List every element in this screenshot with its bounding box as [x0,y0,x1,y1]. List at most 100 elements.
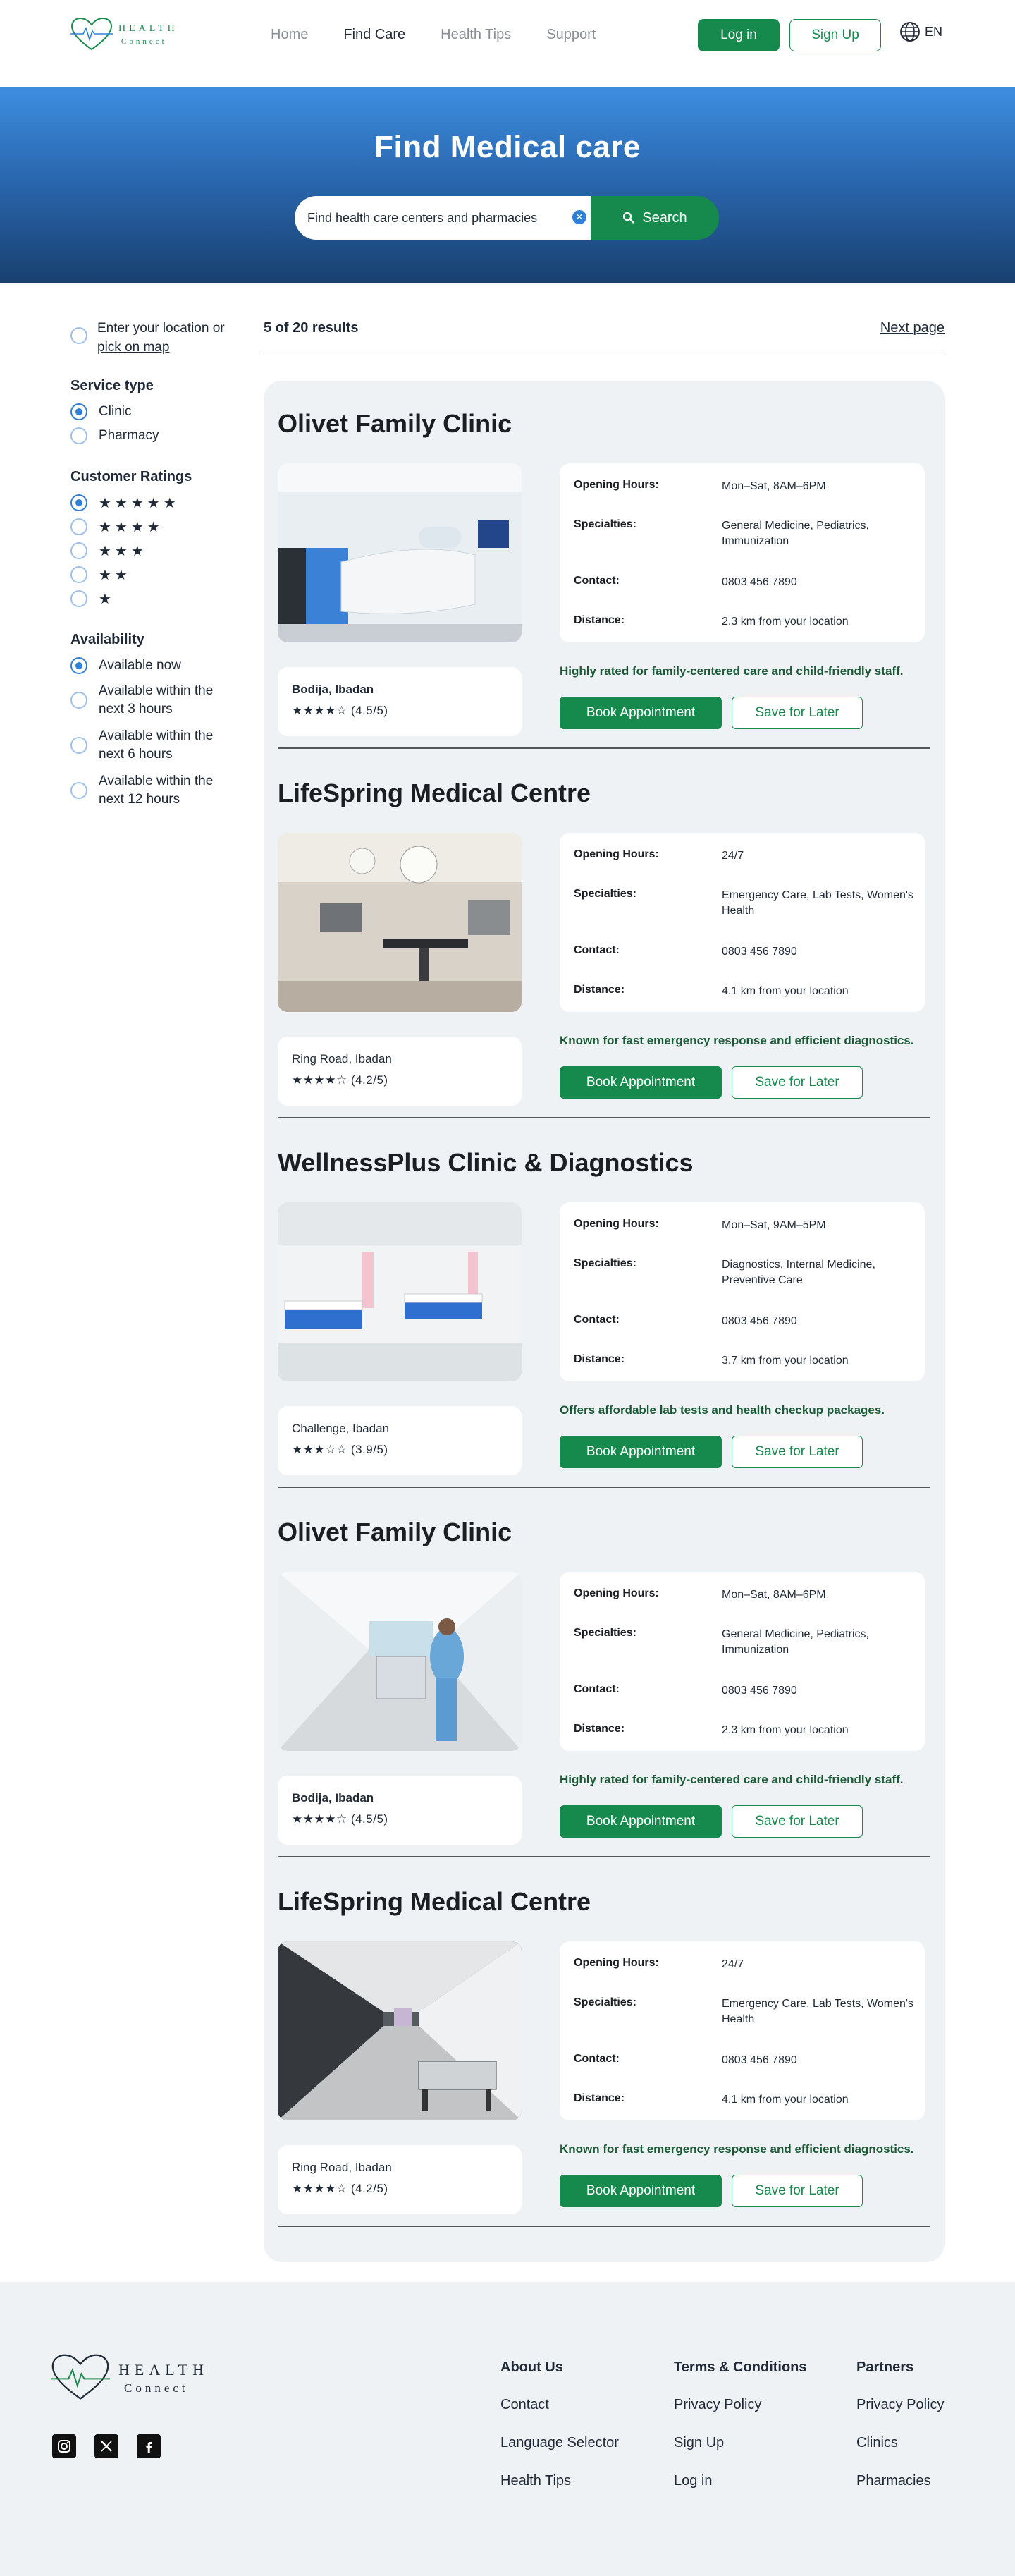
radio-available-now[interactable] [70,657,87,674]
x-icon[interactable] [94,2434,118,2458]
contact-label: Contact: [574,1683,620,1695]
nav-find-care[interactable]: Find Care [343,27,405,43]
book-appointment-button[interactable]: Book Appointment [560,2175,722,2207]
footer-link-clinics[interactable]: Clinics [856,2435,944,2451]
book-appointment-button[interactable]: Book Appointment [560,1805,722,1838]
rating-option-3[interactable]: ★★★ [70,539,240,563]
facility-rating: ★★★☆☆ (3.9/5) [292,1443,388,1456]
specialties-value: Emergency Care, Lab Tests, Women's Healt… [722,889,914,917]
signup-button[interactable]: Sign Up [789,19,881,51]
availability-3h[interactable]: Available within the next 3 hours [70,678,240,723]
rating-option-2[interactable]: ★★ [70,563,240,587]
distance-value: 3.7 km from your location [722,1355,849,1367]
pick-on-map-link[interactable]: pick on map [97,340,169,355]
save-for-later-button[interactable]: Save for Later [732,1805,863,1838]
footer-link-contact[interactable]: Contact [500,2397,619,2413]
search-box: ✕ [295,196,592,240]
specialties-label: Specialties: [574,888,636,900]
location-radio[interactable] [70,327,87,344]
footer-link-login[interactable]: Log in [674,2473,807,2489]
hours-value: 24/7 [722,1958,744,1970]
hours-value: Mon–Sat, 8AM–6PM [722,1589,826,1601]
filter-sidebar: Enter your location or pick on map Servi… [70,319,240,813]
radio-clinic[interactable] [70,403,87,420]
search-input[interactable] [307,210,568,226]
radio-available-6h[interactable] [70,737,87,754]
service-option-pharmacy[interactable]: Pharmacy [70,424,240,448]
facility-location-box: Bodija, Ibadan ★★★★☆ (4.5/5) [278,1776,522,1845]
facility-location: Ring Road, Ibadan [292,1052,392,1066]
instagram-icon[interactable] [52,2434,76,2458]
footer-link-signup[interactable]: Sign Up [674,2435,807,2451]
facility-location: Bodija, Ibadan [292,683,374,696]
footer-link-language[interactable]: Language Selector [500,2435,619,2451]
rating-option-1[interactable]: ★ [70,587,240,611]
specialties-label: Specialties: [574,1996,636,2008]
language-label: EN [925,24,943,39]
hours-label: Opening Hours: [574,1957,659,1969]
footer-link-privacy-partners[interactable]: Privacy Policy [856,2397,944,2413]
location-prompt: Enter your location or [97,321,225,336]
availability-now[interactable]: Available now [70,654,240,678]
nav-home[interactable]: Home [271,27,308,43]
save-for-later-button[interactable]: Save for Later [732,2175,863,2207]
facility-info: Opening Hours: Mon–Sat, 8AM–6PM Specialti… [560,1572,925,1751]
rating-option-4[interactable]: ★★★★ [70,515,240,539]
rating-option-5[interactable]: ★★★★★ [70,491,240,515]
search-button[interactable]: Search [591,196,719,240]
service-option-clinic[interactable]: Clinic [70,400,240,424]
book-appointment-button[interactable]: Book Appointment [560,697,722,729]
info-row-distance: Distance: 4.1 km from your location [574,2092,919,2108]
radio-rating-2[interactable] [70,566,87,583]
facility-name[interactable]: WellnessPlus Clinic & Diagnostics [278,1148,694,1178]
radio-rating-3[interactable] [70,542,87,559]
language-selector[interactable]: EN [899,21,942,42]
specialties-value: Diagnostics, Internal Medicine, Preventi… [722,1259,875,1286]
facebook-icon[interactable] [137,2434,161,2458]
hours-value: 24/7 [722,850,744,862]
facility-photo [278,1572,522,1751]
footer-link-health-tips[interactable]: Health Tips [500,2473,619,2489]
info-row-distance: Distance: 4.1 km from your location [574,984,919,999]
info-row-contact: Contact: 0803 456 7890 [574,2053,919,2068]
footer-link-privacy[interactable]: Privacy Policy [674,2397,807,2413]
login-button[interactable]: Log in [698,19,780,51]
info-row-distance: Distance: 2.3 km from your location [574,614,919,630]
save-for-later-button[interactable]: Save for Later [732,1066,863,1099]
info-row-distance: Distance: 2.3 km from your location [574,1723,919,1738]
brand-logo[interactable]: HEALTH Connect [70,17,178,52]
availability-heading: Availability [70,632,144,647]
book-appointment-button[interactable]: Book Appointment [560,1066,722,1099]
distance-value: 4.1 km from your location [722,985,849,997]
radio-rating-5[interactable] [70,494,87,511]
next-page-link[interactable]: Next page [880,320,945,336]
facility-name[interactable]: Olivet Family Clinic [278,409,512,439]
radio-available-12h[interactable] [70,782,87,799]
nav-support[interactable]: Support [546,27,596,43]
save-for-later-button[interactable]: Save for Later [732,1436,863,1468]
location-filter[interactable]: Enter your location or pick on map [70,319,240,357]
info-row-contact: Contact: 0803 456 7890 [574,944,919,960]
search-button-label: Search [642,209,687,226]
radio-rating-4[interactable] [70,518,87,535]
info-row-specialties: Specialties: General Medicine, Pediatrics… [574,1627,919,1658]
brand-line1: HEALTH [118,23,178,34]
radio-rating-1[interactable] [70,590,87,607]
radio-available-3h[interactable] [70,692,87,709]
availability-6h[interactable]: Available within the next 6 hours [70,723,240,768]
radio-pharmacy[interactable] [70,427,87,444]
save-for-later-button[interactable]: Save for Later [732,697,863,729]
footer-logo[interactable]: HEALTH Connect [51,2352,209,2403]
facility-name[interactable]: Olivet Family Clinic [278,1518,512,1547]
facility-photo [278,463,522,642]
facility-name[interactable]: LifeSpring Medical Centre [278,1887,591,1917]
nav-health-tips[interactable]: Health Tips [441,27,511,43]
availability-12h[interactable]: Available within the next 12 hours [70,768,240,813]
facility-name[interactable]: LifeSpring Medical Centre [278,779,591,808]
facility-photo [278,1202,522,1381]
footer-col-title: About Us [500,2360,563,2375]
clear-search-icon[interactable]: ✕ [572,210,586,224]
book-appointment-button[interactable]: Book Appointment [560,1436,722,1468]
info-row-specialties: Specialties: General Medicine, Pediatrics… [574,518,919,549]
footer-link-pharmacies[interactable]: Pharmacies [856,2473,944,2489]
